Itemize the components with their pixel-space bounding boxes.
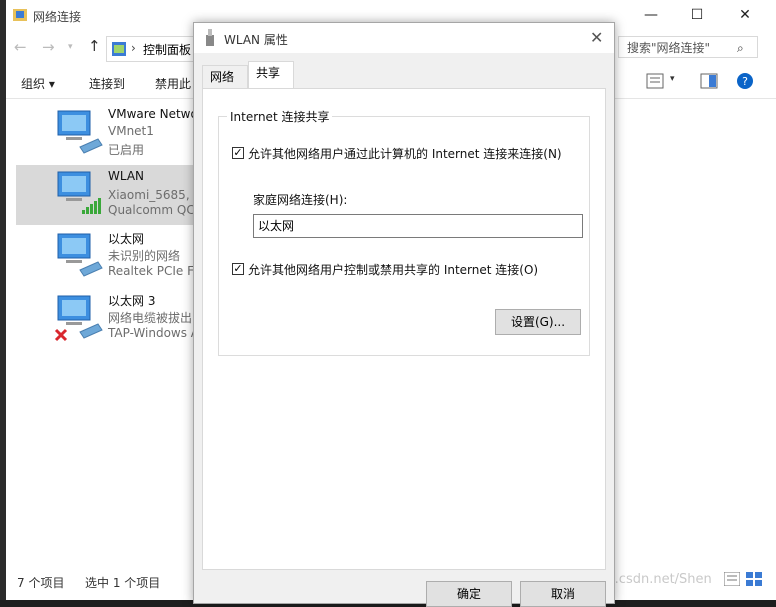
ok-button[interactable]: 确定 — [426, 581, 512, 607]
connection-status: Realtek PCIe FE — [108, 264, 202, 278]
connection-network: 未识别的网络 — [108, 249, 181, 263]
view-dropdown-icon[interactable]: ▾ — [670, 74, 675, 84]
breadcrumb-chevron-icon: › — [131, 41, 136, 55]
settings-button[interactable]: 设置(G)... — [495, 309, 581, 335]
connection-name: WLAN — [108, 169, 145, 183]
recent-chevron-icon[interactable]: ▾ — [68, 42, 73, 52]
dialog-title-bar: WLAN 属性 ✕ — [194, 23, 614, 53]
address-box[interactable]: › 控制面板 — [106, 36, 206, 62]
tab-sharing[interactable]: 共享 — [248, 61, 294, 90]
connection-item-wlan[interactable]: WLAN Xiaomi_5685, 共 Qualcomm QC — [16, 165, 205, 225]
explorer-title: 网络连接 — [33, 10, 82, 24]
close-button[interactable]: ✕ — [722, 0, 768, 32]
up-arrow-icon[interactable]: ↑ — [88, 37, 101, 55]
disable-device-button[interactable]: 禁用此 — [155, 75, 191, 92]
network-folder-icon — [13, 9, 27, 21]
connection-item-ethernet-3[interactable]: 以太网 3 网络电缆被拔出 TAP-Windows A — [16, 288, 200, 348]
group-title: Internet 连接共享 — [227, 108, 333, 125]
view-options-icon[interactable] — [646, 73, 664, 89]
checkmark-icon: ✓ — [233, 262, 243, 275]
preview-pane-icon[interactable] — [700, 73, 718, 89]
wlan-properties-dialog: WLAN 属性 ✕ 网络 共享 Internet 连接共享 ✓ 允许其他网络用户… — [193, 22, 615, 607]
allow-control-checkbox[interactable]: ✓ — [232, 263, 244, 275]
connection-name: VMware Netwo — [108, 107, 198, 121]
breadcrumb[interactable]: 控制面板 — [143, 41, 191, 58]
connection-item-vmware[interactable]: VMware Netwo VMnet1 已启用 — [16, 103, 198, 163]
connection-status: 已启用 — [108, 143, 145, 157]
svg-text:?: ? — [742, 75, 748, 88]
wireless-adapter-icon — [57, 171, 101, 214]
maximize-button[interactable]: ☐ — [674, 0, 720, 32]
wifi-adapter-icon — [206, 29, 214, 46]
control-panel-icon — [112, 42, 126, 56]
allow-control-label[interactable]: 允许其他网络用户控制或禁用共享的 Internet 连接(O) — [248, 261, 538, 278]
connection-item-ethernet[interactable]: 以太网 未识别的网络 Realtek PCIe FE — [16, 226, 202, 286]
connect-to-button[interactable]: 连接到 — [89, 75, 125, 92]
search-input[interactable]: 搜索"网络连接" ⌕ — [618, 36, 758, 58]
tab-network[interactable]: 网络 — [202, 65, 248, 88]
connection-network: VMnet1 — [108, 124, 154, 138]
connection-name: 以太网 — [108, 232, 145, 246]
connection-network: 网络电缆被拔出 — [108, 311, 193, 325]
connection-status: TAP-Windows A — [108, 326, 200, 340]
dialog-close-icon[interactable]: ✕ — [590, 28, 603, 47]
checkmark-icon: ✓ — [233, 146, 243, 159]
selection-count: 选中 1 个项目 — [85, 576, 161, 590]
allow-connect-checkbox[interactable]: ✓ — [232, 147, 244, 159]
help-icon[interactable]: ? — [736, 72, 754, 90]
network-adapter-icon — [57, 233, 103, 277]
connection-name: 以太网 3 — [108, 294, 156, 308]
details-view-icon[interactable] — [724, 572, 740, 586]
item-count: 7 个项目 — [17, 576, 65, 590]
organize-button[interactable]: 组织 ▾ — [21, 75, 55, 92]
disconnected-adapter-icon — [54, 295, 103, 342]
home-network-field[interactable]: 以太网 — [253, 214, 583, 238]
network-adapter-icon — [57, 110, 103, 154]
connection-network: Xiaomi_5685, 共 — [108, 188, 206, 202]
forward-arrow-icon[interactable]: → — [42, 38, 55, 56]
back-arrow-icon[interactable]: ← — [14, 38, 27, 56]
dialog-title: WLAN 属性 — [224, 33, 288, 47]
tiles-view-icon[interactable] — [746, 572, 762, 586]
minimize-button[interactable]: — — [628, 0, 674, 32]
search-placeholder: 搜索"网络连接" — [627, 41, 711, 55]
connection-status: Qualcomm QC — [108, 203, 195, 217]
search-icon[interactable]: ⌕ — [737, 37, 744, 59]
cancel-button[interactable]: 取消 — [520, 581, 606, 607]
ics-group-box: Internet 连接共享 ✓ 允许其他网络用户通过此计算机的 Internet… — [218, 108, 590, 356]
allow-connect-label[interactable]: 允许其他网络用户通过此计算机的 Internet 连接来连接(N) — [248, 145, 562, 162]
sharing-panel: Internet 连接共享 ✓ 允许其他网络用户通过此计算机的 Internet… — [202, 88, 606, 570]
home-network-label: 家庭网络连接(H): — [253, 193, 348, 207]
